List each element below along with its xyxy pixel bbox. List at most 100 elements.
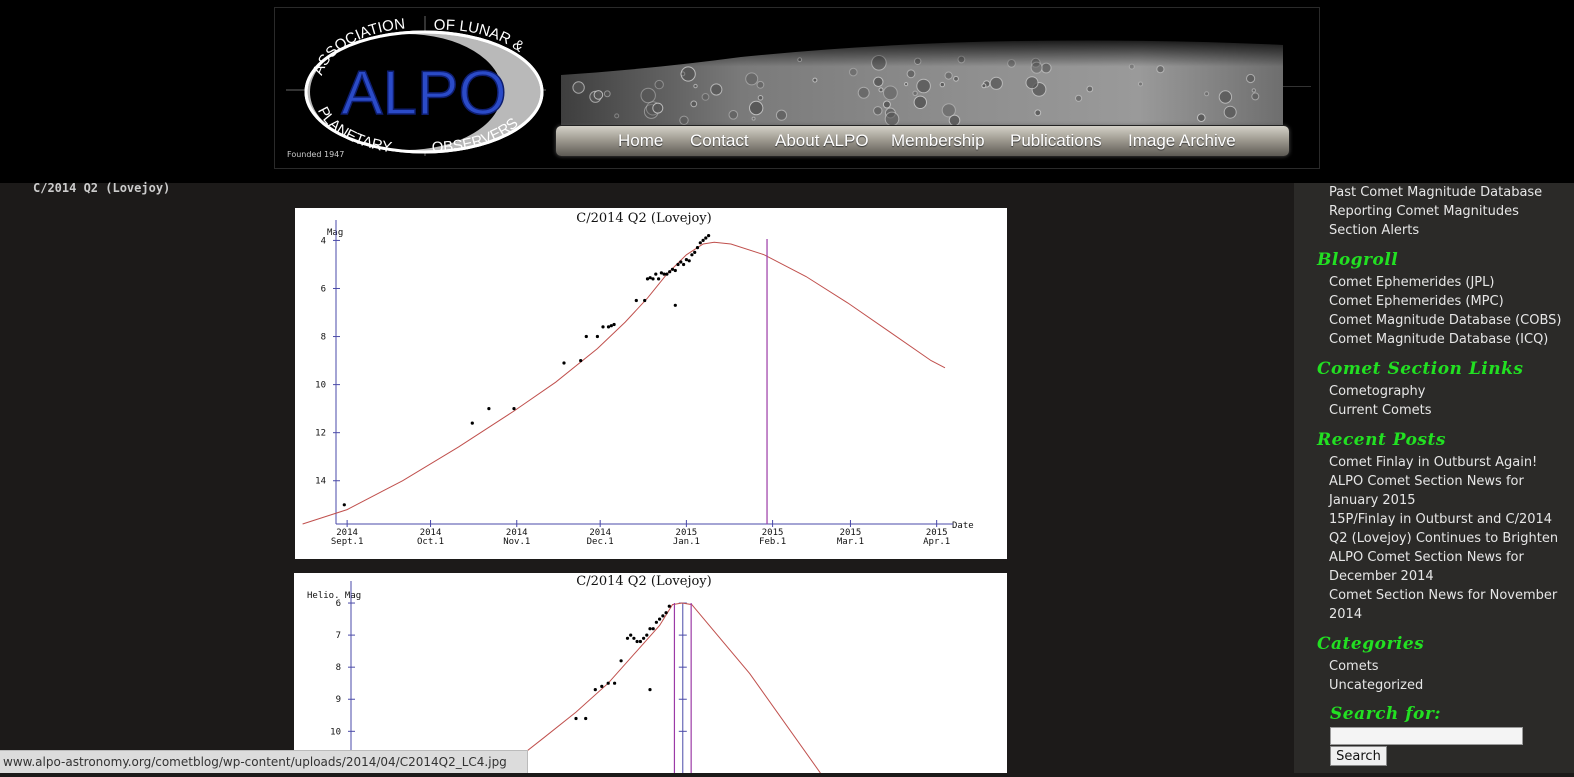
observation-point bbox=[642, 636, 646, 640]
observation-point bbox=[673, 268, 677, 273]
chart-title: C/2014 Q2 (Lovejoy) bbox=[576, 574, 711, 589]
observation-point bbox=[695, 246, 700, 250]
observation-point bbox=[690, 253, 694, 257]
sidebar-link[interactable]: Comet Magnitude Database (ICQ) bbox=[1329, 330, 1574, 349]
sidebar-link[interactable]: Comet Finlay in Outburst Again! bbox=[1329, 453, 1574, 472]
sidebar-link[interactable]: Reporting Comet Magnitudes bbox=[1329, 202, 1574, 221]
search-input[interactable] bbox=[1330, 727, 1523, 745]
search-button[interactable]: Search bbox=[1330, 746, 1387, 766]
y-tick-label: 8 bbox=[336, 663, 341, 673]
chart-title: C/2014 Q2 (Lovejoy) bbox=[576, 211, 711, 226]
y-axis-label: Helio. Mag bbox=[307, 591, 361, 601]
observation-point bbox=[512, 407, 516, 411]
observation-point bbox=[634, 298, 638, 303]
y-tick-label: 4 bbox=[321, 236, 326, 246]
observation-point bbox=[651, 627, 655, 631]
observation-point bbox=[661, 614, 665, 618]
observation-point bbox=[670, 267, 675, 271]
sidebar-link[interactable]: ALPO Comet Section News for December 201… bbox=[1329, 548, 1574, 586]
browser-status-url: www.alpo-astronomy.org/cometblog/wp-cont… bbox=[0, 750, 528, 773]
observation-point bbox=[673, 303, 677, 307]
observation-point bbox=[648, 276, 652, 280]
y-axis-label: Mag bbox=[327, 228, 343, 238]
y-tick-label: 10 bbox=[330, 727, 341, 737]
model-curve bbox=[302, 241, 946, 525]
observation-point bbox=[584, 334, 588, 339]
sidebar-heading: Recent Posts bbox=[1317, 430, 1446, 450]
observation-point bbox=[687, 259, 691, 263]
y-tick-label: 10 bbox=[315, 381, 326, 391]
logo-founded: Founded 1947 bbox=[287, 150, 344, 159]
sidebar-link[interactable]: Comet Section News for November 2014 bbox=[1329, 586, 1574, 624]
observation-point bbox=[643, 298, 647, 303]
nav-about-alpo[interactable]: About ALPO bbox=[775, 131, 869, 151]
x-tick-month: Apr.1 bbox=[923, 537, 950, 547]
observation-point bbox=[654, 620, 658, 624]
observation-point bbox=[562, 361, 566, 365]
sidebar-link[interactable]: Current Comets bbox=[1329, 401, 1574, 420]
observation-point bbox=[662, 272, 666, 276]
nav-publications[interactable]: Publications bbox=[1010, 131, 1102, 151]
observation-point bbox=[704, 236, 708, 240]
observation-point bbox=[619, 659, 623, 663]
x-tick-month: Jan.1 bbox=[673, 537, 700, 547]
observation-point bbox=[609, 324, 613, 328]
sidebar-link[interactable]: 15P/Finlay in Outburst and C/2014 Q2 (Lo… bbox=[1329, 510, 1574, 548]
sidebar-link[interactable]: Comet Magnitude Database (COBS) bbox=[1329, 311, 1574, 330]
helio-light-curve-chart[interactable]: C/2014 Q2 (Lovejoy) Helio. Mag 6 7 8 9 10 bbox=[294, 573, 1007, 774]
light-curve-chart[interactable]: C/2014 Q2 (Lovejoy) Mag Date 4 6 8 10 12 14 20… bbox=[295, 208, 1007, 559]
page-title: C/2014 Q2 (Lovejoy) bbox=[33, 181, 171, 195]
nav-membership[interactable]: Membership bbox=[891, 131, 985, 151]
observation-point bbox=[667, 604, 671, 608]
sidebar-link[interactable]: Comet Ephemerides (JPL) bbox=[1329, 273, 1574, 292]
observation-point bbox=[613, 681, 617, 685]
sidebar-link[interactable]: Uncategorized bbox=[1329, 676, 1574, 695]
observation-point bbox=[579, 359, 583, 363]
nav-home[interactable]: Home bbox=[618, 131, 663, 151]
observation-point bbox=[657, 277, 661, 281]
observation-point bbox=[707, 234, 711, 238]
nav-image-archive[interactable]: Image Archive bbox=[1128, 131, 1236, 151]
y-tick-label: 7 bbox=[336, 631, 341, 641]
observation-point bbox=[625, 636, 630, 640]
observation-point bbox=[698, 241, 702, 245]
observation-point bbox=[679, 260, 683, 264]
sidebar-heading: Blogroll bbox=[1317, 250, 1399, 270]
y-tick-label: 8 bbox=[321, 333, 326, 343]
y-tick-label: 14 bbox=[315, 477, 326, 487]
x-tick-month: Feb.1 bbox=[759, 537, 786, 547]
observation-point bbox=[645, 633, 649, 637]
observation-point bbox=[693, 250, 697, 254]
sidebar-link[interactable]: Past Comet Magnitude Database bbox=[1329, 183, 1574, 202]
x-tick-month: Dec.1 bbox=[587, 537, 614, 547]
helio-light-curve-svg: C/2014 Q2 (Lovejoy) Helio. Mag 6 7 8 9 10 bbox=[307, 574, 821, 774]
alpo-logo[interactable]: ASSOCIATION OF LUNAR & PLANETARY OBSERVE… bbox=[284, 14, 554, 164]
sidebar-link[interactable]: Section Alerts bbox=[1329, 221, 1574, 240]
sidebar-heading: Categories bbox=[1317, 634, 1425, 654]
sidebar-link[interactable]: Comet Ephemerides (MPC) bbox=[1329, 292, 1574, 311]
observation-point bbox=[638, 639, 642, 644]
y-tick-label: 6 bbox=[336, 599, 341, 609]
observation-point bbox=[682, 262, 686, 267]
nav-contact[interactable]: Contact bbox=[690, 131, 749, 151]
observation-point bbox=[600, 684, 604, 688]
search-label: Search for: bbox=[1330, 704, 1442, 724]
observation-point bbox=[632, 636, 636, 640]
observation-point bbox=[648, 688, 652, 692]
observation-point bbox=[606, 681, 610, 685]
header-rule bbox=[1283, 86, 1311, 87]
x-tick-month: Oct.1 bbox=[417, 537, 444, 547]
x-tick-month: Mar.1 bbox=[837, 537, 864, 547]
sidebar-link[interactable]: ALPO Comet Section News for January 2015 bbox=[1329, 472, 1574, 510]
y-tick-label: 9 bbox=[336, 695, 341, 705]
observation-point bbox=[701, 238, 705, 242]
sidebar-link[interactable]: Cometography bbox=[1329, 382, 1574, 401]
main-nav: Home Contact About ALPO Membership Publi… bbox=[556, 126, 1289, 156]
observation-point bbox=[595, 334, 599, 339]
y-tick-label: 6 bbox=[321, 284, 326, 294]
observation-point bbox=[606, 325, 611, 329]
sidebar-link[interactable]: Comets bbox=[1329, 657, 1574, 676]
observation-point bbox=[635, 639, 639, 644]
observation-point bbox=[648, 627, 652, 631]
observation-point bbox=[629, 633, 633, 637]
